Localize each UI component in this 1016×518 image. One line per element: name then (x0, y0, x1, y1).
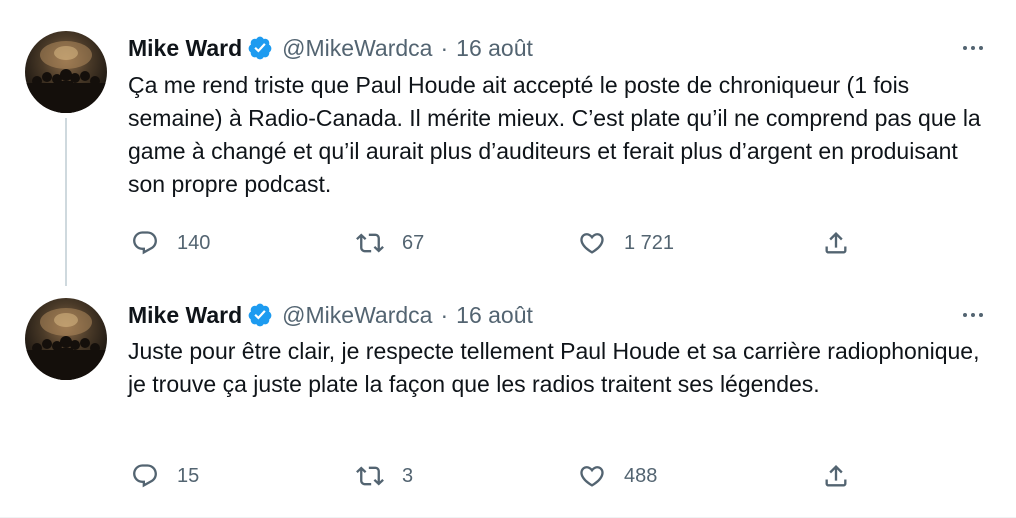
share-button[interactable] (822, 226, 850, 260)
avatar-image (25, 308, 107, 380)
thread-connector-line (65, 118, 67, 286)
reply-icon (133, 231, 157, 255)
tweet-text: Ça me rend triste que Paul Houde ait acc… (128, 72, 981, 197)
verified-badge-icon (248, 36, 272, 60)
more-options-icon[interactable] (955, 305, 991, 325)
tweet-actions: 15 3 488 (128, 459, 998, 493)
separator-dot: · (440, 34, 449, 61)
tweet[interactable]: Mike Ward @MikeWardca · 16 août Ça me re… (0, 0, 1016, 286)
retweet-button[interactable]: 3 (356, 459, 413, 493)
tweet-header: Mike Ward @MikeWardca · 16 août (128, 33, 533, 63)
author-handle[interactable]: @MikeWardca (282, 302, 432, 329)
avatar[interactable] (25, 31, 107, 113)
heart-icon (580, 466, 604, 487)
more-options-icon[interactable] (955, 38, 991, 58)
like-button[interactable]: 488 (578, 459, 657, 493)
reply-count: 140 (177, 231, 211, 254)
avatar[interactable] (25, 298, 107, 380)
tweet-thread: Mike Ward @MikeWardca · 16 août Ça me re… (0, 0, 1016, 518)
tweet-date[interactable]: 16 août (456, 35, 533, 62)
separator-dot: · (440, 301, 449, 328)
retweet-button[interactable]: 67 (356, 226, 424, 260)
tweet-header: Mike Ward @MikeWardca · 16 août (128, 300, 533, 330)
share-button[interactable] (822, 459, 850, 493)
retweet-count: 67 (402, 231, 425, 254)
retweet-icon (356, 466, 384, 486)
retweet-count: 3 (402, 464, 414, 487)
reply-button[interactable]: 140 (131, 226, 210, 260)
share-icon (825, 465, 847, 487)
reply-icon (133, 464, 157, 488)
author-name[interactable]: Mike Ward (128, 302, 242, 329)
like-count: 488 (624, 464, 658, 487)
avatar-image (25, 41, 107, 113)
verified-badge-icon (248, 303, 272, 327)
like-count: 1 721 (624, 231, 675, 254)
heart-icon (580, 233, 604, 254)
tweet[interactable]: Mike Ward @MikeWardca · 16 août Juste po… (0, 270, 1016, 518)
author-handle[interactable]: @MikeWardca (282, 35, 432, 62)
tweet-actions: 140 67 1 721 (128, 226, 998, 260)
like-button[interactable]: 1 721 (578, 226, 674, 260)
share-icon (825, 232, 847, 254)
author-name[interactable]: Mike Ward (128, 35, 242, 62)
reply-count: 15 (177, 464, 200, 487)
retweet-icon (356, 233, 384, 253)
tweet-date[interactable]: 16 août (456, 302, 533, 329)
tweet-text: Juste pour être clair, je respecte telle… (128, 338, 980, 397)
reply-button[interactable]: 15 (131, 459, 199, 493)
